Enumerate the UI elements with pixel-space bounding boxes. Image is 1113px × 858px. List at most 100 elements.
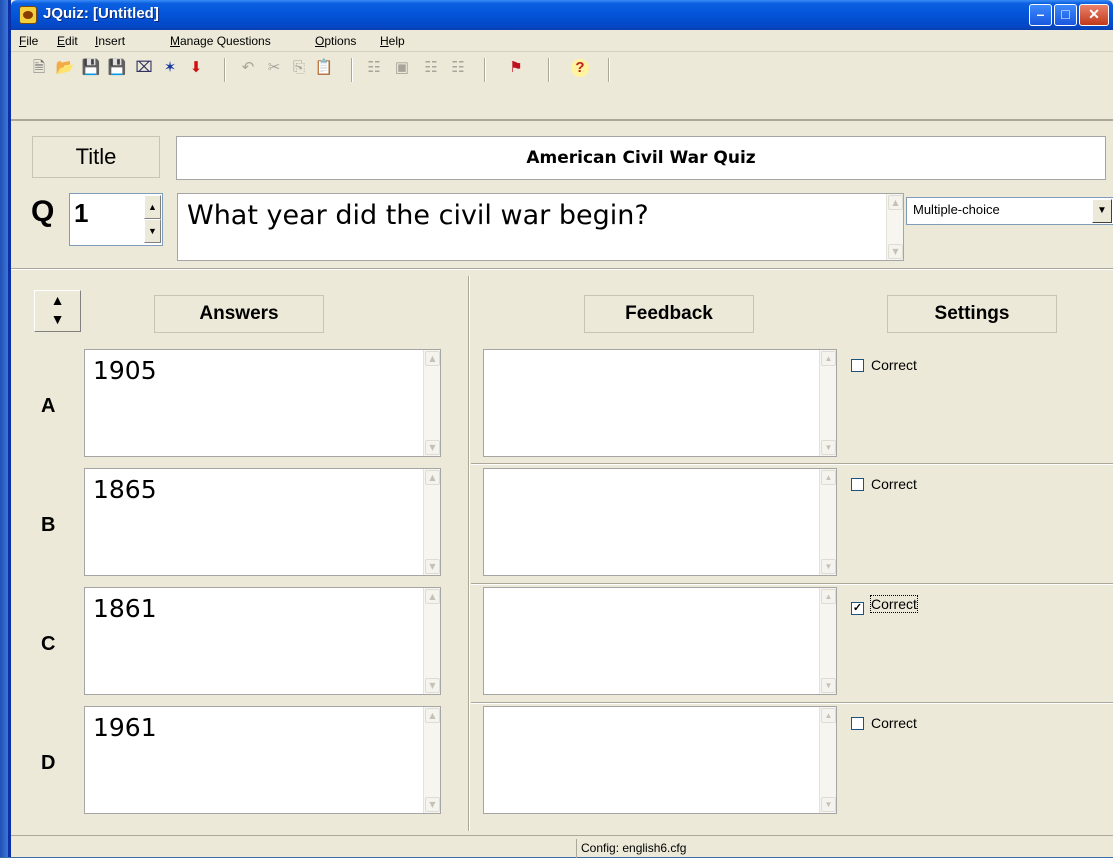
flag-icon[interactable]: ⚑: [505, 57, 527, 79]
correct-label: Correct: [871, 476, 917, 492]
feedback-scrollbar[interactable]: ▲ ▼: [819, 588, 836, 694]
question-number-spinner[interactable]: 1 ▲ ▼: [69, 193, 163, 246]
add-question-icon[interactable]: ☷: [363, 57, 385, 79]
scroll-up-icon[interactable]: ▲: [425, 589, 440, 604]
scroll-up-icon[interactable]: ▲: [425, 708, 440, 723]
correct-checkbox[interactable]: Correct: [851, 476, 917, 492]
paste-icon[interactable]: 📋: [313, 57, 335, 79]
answer-scrollbar[interactable]: ▲ ▼: [423, 469, 440, 575]
toolbar-separator: [351, 58, 353, 82]
copy-icon[interactable]: ⎘: [288, 57, 310, 79]
config-status: Config: english6.cfg: [576, 839, 926, 858]
answer-input[interactable]: 1865 ▲ ▼: [84, 468, 441, 576]
cut-icon[interactable]: ✂: [263, 57, 285, 79]
chevron-down-icon[interactable]: ▼: [1092, 199, 1112, 223]
spin-up-button[interactable]: ▲: [144, 195, 161, 219]
settings-button[interactable]: Settings: [887, 295, 1057, 333]
title-bar[interactable]: JQuiz: [Untitled] – □ ✕: [11, 0, 1113, 30]
scroll-up-icon[interactable]: ▲: [821, 351, 836, 366]
menu-edit[interactable]: Edit: [57, 34, 78, 48]
save-as-icon[interactable]: 💾: [106, 57, 128, 79]
feedback-input[interactable]: ▲ ▼: [483, 349, 837, 457]
feedback-input[interactable]: ▲ ▼: [483, 468, 837, 576]
menu-file[interactable]: File: [19, 34, 38, 48]
jquiz-window: JQuiz: [Untitled] – □ ✕ File Edit Insert…: [8, 0, 1113, 858]
answer-input[interactable]: 1861 ▲ ▼: [84, 587, 441, 695]
scroll-down-icon[interactable]: ▼: [821, 440, 836, 455]
answer-text: 1865: [93, 475, 157, 504]
menu-manage-questions[interactable]: Manage Questions: [170, 34, 271, 48]
scroll-up-icon[interactable]: ▲: [425, 351, 440, 366]
minimize-button[interactable]: –: [1029, 4, 1052, 26]
arrow-down-icon[interactable]: ⬇: [185, 57, 207, 79]
help-icon[interactable]: ?: [571, 59, 589, 77]
delete-question-icon[interactable]: ☷: [447, 57, 469, 79]
checkbox-box[interactable]: [851, 478, 864, 491]
header-divider: [11, 268, 1113, 270]
question-type-select[interactable]: Multiple-choice ▼: [906, 197, 1113, 225]
sort-answers-button[interactable]: ▲ ▼: [34, 290, 81, 332]
question-number-value: 1: [74, 198, 89, 228]
new-file-icon[interactable]: 🗎: [28, 57, 50, 79]
row-letter: B: [41, 514, 56, 536]
save-icon[interactable]: 💾: [80, 57, 102, 79]
spinner-buttons: ▲ ▼: [144, 195, 161, 244]
scroll-up-icon[interactable]: ▲: [821, 470, 836, 485]
scroll-up-icon[interactable]: ▲: [425, 470, 440, 485]
close-button[interactable]: ✕: [1079, 4, 1109, 26]
row-divider: [471, 463, 1113, 465]
menu-help[interactable]: Help: [380, 34, 405, 48]
answer-scrollbar[interactable]: ▲ ▼: [423, 707, 440, 813]
insert-image-icon[interactable]: ▣: [391, 57, 413, 79]
menu-insert[interactable]: Insert: [95, 34, 125, 48]
answer-scrollbar[interactable]: ▲ ▼: [423, 350, 440, 456]
reading-icon[interactable]: ☷: [420, 57, 442, 79]
correct-label: Correct: [870, 595, 918, 613]
question-text-input[interactable]: What year did the civil war begin? ▲ ▼: [177, 193, 904, 261]
scroll-down-icon[interactable]: ▼: [888, 244, 903, 259]
maximize-button[interactable]: □: [1054, 4, 1077, 26]
scroll-down-icon[interactable]: ▼: [425, 440, 440, 455]
scroll-down-icon[interactable]: ▼: [821, 797, 836, 812]
question-scrollbar[interactable]: ▲ ▼: [886, 194, 903, 260]
web-export-icon[interactable]: ✶: [159, 57, 181, 79]
feedback-input[interactable]: ▲ ▼: [483, 706, 837, 814]
toolbar-separator: [484, 58, 486, 82]
scroll-down-icon[interactable]: ▼: [425, 678, 440, 693]
scroll-up-icon[interactable]: ▲: [821, 708, 836, 723]
answer-input[interactable]: 1961 ▲ ▼: [84, 706, 441, 814]
undo-icon[interactable]: ↶: [237, 57, 259, 79]
answer-input[interactable]: 1905 ▲ ▼: [84, 349, 441, 457]
spin-down-button[interactable]: ▼: [144, 219, 161, 243]
feedback-scrollbar[interactable]: ▲ ▼: [819, 707, 836, 813]
correct-checkbox[interactable]: Correct: [851, 357, 917, 373]
scroll-down-icon[interactable]: ▼: [821, 559, 836, 574]
question-text: What year did the civil war begin?: [187, 200, 649, 231]
window-title: JQuiz: [Untitled]: [43, 5, 159, 22]
menu-options[interactable]: Options: [315, 34, 356, 48]
checkbox-box[interactable]: [851, 717, 864, 730]
scroll-up-icon[interactable]: ▲: [888, 195, 903, 210]
feedback-scrollbar[interactable]: ▲ ▼: [819, 469, 836, 575]
quiz-title-input[interactable]: American Civil War Quiz: [176, 136, 1106, 180]
checkbox-box[interactable]: [851, 359, 864, 372]
scroll-up-icon[interactable]: ▲: [821, 589, 836, 604]
row-letter: D: [41, 752, 56, 774]
answer-scrollbar[interactable]: ▲ ▼: [423, 588, 440, 694]
feedback-input[interactable]: ▲ ▼: [483, 587, 837, 695]
row-letter: C: [41, 633, 56, 655]
open-folder-icon[interactable]: 📂: [54, 57, 76, 79]
feedback-button[interactable]: Feedback: [584, 295, 754, 333]
feedback-scrollbar[interactable]: ▲ ▼: [819, 350, 836, 456]
correct-checkbox[interactable]: ✓ Correct: [851, 595, 918, 615]
scroll-down-icon[interactable]: ▼: [821, 678, 836, 693]
scroll-down-icon[interactable]: ▼: [425, 797, 440, 812]
jquiz-app-icon[interactable]: [19, 6, 37, 24]
menu-bar: File Edit Insert Manage Questions Option…: [11, 30, 1113, 52]
answers-button[interactable]: Answers: [154, 295, 324, 333]
eraser-icon[interactable]: ⌧: [133, 57, 155, 79]
checkmark-icon[interactable]: ✓: [851, 602, 864, 615]
title-button[interactable]: Title: [32, 136, 160, 178]
correct-checkbox[interactable]: Correct: [851, 715, 917, 731]
scroll-down-icon[interactable]: ▼: [425, 559, 440, 574]
